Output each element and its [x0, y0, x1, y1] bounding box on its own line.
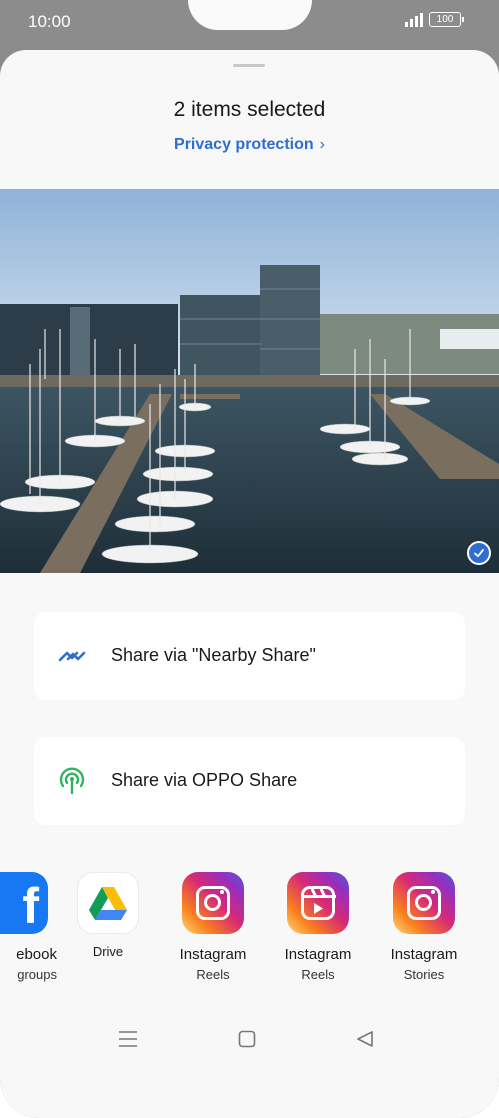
share-app-row: f ebook groups Drive Instagram Reels Ins…: [0, 868, 499, 1008]
google-drive-icon: [77, 872, 139, 934]
back-icon[interactable]: [356, 1030, 374, 1053]
selected-photo[interactable]: [0, 189, 499, 573]
app-name: Drive: [92, 944, 124, 959]
privacy-link-label: Privacy protection: [174, 136, 314, 153]
chevron-right-icon: ›: [319, 136, 325, 153]
selected-checkmark[interactable]: [467, 541, 491, 565]
status-icons: 100: [405, 12, 464, 27]
status-time: 10:00: [28, 12, 71, 31]
app-name: Instagram: [284, 946, 352, 963]
facebook-icon: f: [0, 872, 48, 934]
app-facebook-groups[interactable]: f ebook groups: [0, 868, 65, 982]
share-sheet: 2 items selected Privacy protection › Sh…: [0, 50, 499, 1118]
instagram-icon: [393, 872, 455, 934]
instagram-reels-icon: [287, 872, 349, 934]
drag-handle[interactable]: [233, 64, 265, 67]
camera-notch: [188, 0, 312, 30]
battery-level: 100: [436, 14, 454, 25]
menu-icon[interactable]: [118, 1030, 138, 1053]
privacy-protection-link[interactable]: Privacy protection ›: [0, 136, 499, 154]
home-icon[interactable]: [238, 1030, 256, 1053]
selection-title: 2 items selected: [173, 98, 326, 121]
app-instagram-stories[interactable]: Instagram Stories: [376, 868, 472, 982]
app-name: Instagram: [390, 946, 458, 963]
share-nearby-button[interactable]: Share via "Nearby Share": [34, 612, 465, 700]
instagram-icon: [182, 872, 244, 934]
app-instagram-reels-2[interactable]: Instagram Reels: [270, 868, 366, 982]
battery-icon: 100: [429, 12, 464, 27]
oppo-share-label: Share via OPPO Share: [111, 770, 298, 790]
signal-icon: [405, 12, 423, 27]
app-name: ebook: [16, 946, 57, 963]
checkmark-icon: [474, 549, 484, 558]
app-sub: Reels: [196, 967, 230, 982]
share-oppo-button[interactable]: Share via OPPO Share: [34, 737, 465, 825]
oppo-share-icon: [59, 767, 85, 795]
app-name: Instagram: [179, 946, 247, 963]
app-instagram-reels[interactable]: Instagram Reels: [165, 868, 261, 982]
app-drive[interactable]: Drive: [60, 868, 156, 959]
nearby-share-label: Share via "Nearby Share": [111, 645, 316, 665]
app-sub: Reels: [301, 967, 335, 982]
app-sub: Stories: [403, 967, 445, 982]
app-sub: groups: [17, 967, 57, 982]
status-bar: 10:00 100: [0, 0, 499, 46]
nearby-share-icon: [58, 651, 86, 662]
navigation-bar: [0, 1026, 499, 1056]
